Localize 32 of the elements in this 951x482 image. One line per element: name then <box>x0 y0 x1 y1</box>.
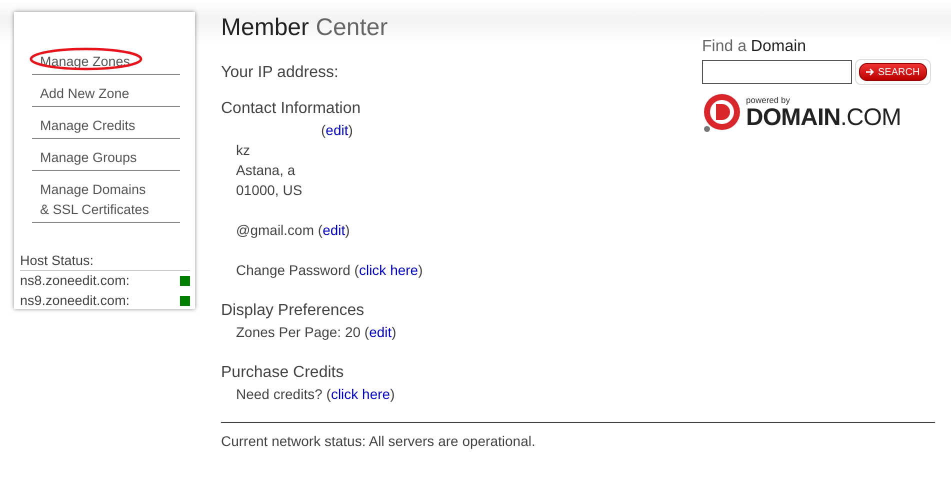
info-line: @gmail.com (edit) <box>236 222 350 238</box>
sidebar-link[interactable]: Manage Domains & SSL Certificates <box>32 176 180 223</box>
network-status: Current network status: All servers are operational. <box>221 433 536 449</box>
edit-link[interactable]: edit <box>322 222 346 238</box>
info-text: 01000, US <box>236 182 302 198</box>
edit-link[interactable]: click here <box>358 262 418 278</box>
info-text: Astana, a <box>236 162 296 178</box>
sidebar-link[interactable]: Manage Credits <box>32 112 180 139</box>
info-text: kz <box>236 142 250 158</box>
section-heading: Display Preferences <box>221 302 364 320</box>
edit-link[interactable]: click here <box>330 386 390 402</box>
arrow-icon <box>866 68 875 76</box>
domain-search-field[interactable] <box>702 60 852 84</box>
brand-name: DOMAIN.COM <box>746 105 901 131</box>
edit-link[interactable]: edit <box>326 122 348 138</box>
host-status-heading: Host Status: <box>20 253 190 271</box>
host-name: ns8.zoneedit.com: <box>20 272 130 290</box>
section-heading: Contact Information <box>221 100 361 118</box>
edit-link[interactable]: edit <box>369 324 392 340</box>
search-button[interactable]: SEARCH <box>859 63 927 81</box>
ip-address-label: Your IP address: <box>221 64 338 82</box>
page-title: Member Center <box>221 14 388 42</box>
info-line: Change Password (click here) <box>236 262 423 278</box>
sidebar-link[interactable]: Manage Groups <box>32 144 180 171</box>
info-line: Need credits? (click here) <box>236 386 395 402</box>
powered-by-text: powered by <box>746 95 791 105</box>
host-name: ns9.zoneedit.com: <box>20 292 130 310</box>
info-line: (edit) <box>321 122 353 138</box>
sidebar-link[interactable]: Add New Zone <box>32 80 180 107</box>
info-line: Zones Per Page: 20 (edit) <box>236 324 396 340</box>
section-heading: Purchase Credits <box>221 364 344 382</box>
find-domain-label: Find a Domain <box>702 37 808 57</box>
